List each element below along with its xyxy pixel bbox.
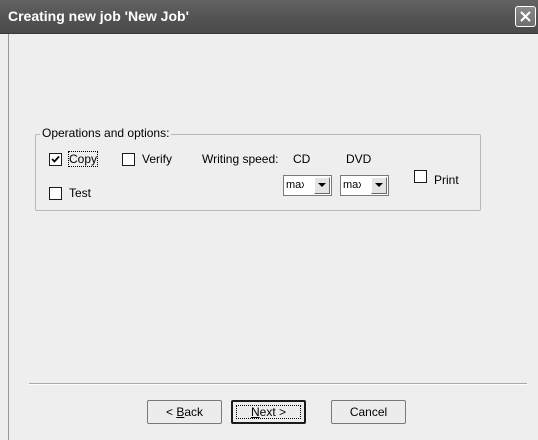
operations-options-group: Operations and options: Copy Verify Writ…	[35, 126, 481, 211]
test-checkbox[interactable]	[49, 187, 62, 200]
dialog-client-area: Operations and options: Copy Verify Writ…	[8, 34, 538, 440]
chevron-down-icon	[318, 183, 326, 187]
cancel-button[interactable]: Cancel	[331, 400, 406, 424]
title-bar[interactable]: Creating new job 'New Job'	[0, 0, 538, 34]
close-icon	[520, 11, 531, 22]
checkmark-icon	[51, 155, 60, 163]
group-legend: Operations and options:	[40, 126, 172, 140]
cd-label: CD	[293, 152, 311, 166]
back-prefix: <	[165, 405, 177, 419]
next-button[interactable]: Next >	[231, 400, 306, 424]
cd-speed-value: max	[286, 179, 304, 191]
cd-speed-select[interactable]: max	[283, 175, 332, 196]
button-separator	[29, 383, 527, 385]
cd-speed-dropdown-button[interactable]	[314, 177, 330, 194]
copy-checkbox[interactable]	[49, 153, 62, 166]
verify-label[interactable]: Verify	[142, 152, 172, 166]
window-title: Creating new job 'New Job'	[8, 8, 189, 24]
back-rest: ack	[184, 405, 204, 419]
cancel-label: Cancel	[349, 405, 388, 419]
copy-label[interactable]: Copy	[67, 151, 99, 167]
dvd-speed-value: max	[343, 179, 361, 191]
dvd-speed-dropdown-button[interactable]	[371, 177, 387, 194]
test-label[interactable]: Test	[69, 186, 91, 200]
dialog-window: Creating new job 'New Job' Operations an…	[0, 0, 538, 440]
dvd-speed-select[interactable]: max	[340, 175, 389, 196]
writing-speed-label: Writing speed:	[202, 152, 279, 166]
dvd-label: DVD	[346, 152, 372, 166]
focus-rectangle	[236, 405, 301, 419]
close-button[interactable]	[515, 6, 536, 27]
chevron-down-icon	[375, 183, 383, 187]
print-checkbox[interactable]	[414, 170, 427, 183]
print-label[interactable]: Print	[434, 173, 459, 187]
back-button[interactable]: < Back	[147, 400, 222, 424]
verify-checkbox[interactable]	[122, 153, 135, 166]
